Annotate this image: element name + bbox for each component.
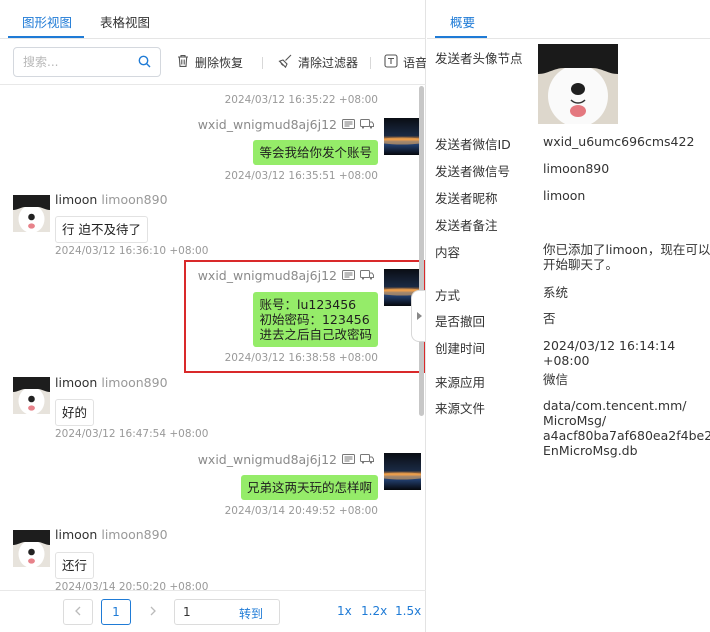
sender-avatar [384, 118, 421, 155]
device-icon [360, 452, 374, 467]
chevron-right-icon [149, 605, 157, 619]
contact-wxid: limoon890 [101, 527, 168, 542]
clear-filters-label: 清除过滤器 [298, 55, 359, 70]
details-tabs: 概要 [427, 0, 710, 39]
voice-button[interactable]: 语音 [384, 53, 426, 71]
message-bubble[interactable]: 账号：lu123456 初始密码：123456 进去之后自己改密码 [253, 292, 378, 347]
speed-option-1-5x[interactable]: 1.5x [395, 604, 421, 618]
toolbar: 删除恢复 清除过滤器 语音 [0, 39, 426, 85]
message-timestamp: 2024/03/12 16:36:10 +08:00 [55, 245, 209, 257]
device-icon [360, 268, 374, 283]
detail-value-source-app: 微信 [543, 372, 569, 387]
contact-name-row: limoon limoon890 [55, 527, 168, 542]
restore-deleted-label: 删除恢复 [195, 55, 244, 70]
tab-summary[interactable]: 概要 [450, 12, 475, 31]
sender-wxid: wxid_wnigmud8aj6j12 [197, 452, 337, 467]
message-timestamp: 2024/03/12 16:47:54 +08:00 [55, 428, 209, 440]
goto-page-input[interactable] [183, 605, 223, 619]
detail-label-sender-account: 发送者微信号 [435, 164, 511, 179]
speed-option-1-2x[interactable]: 1.2x [361, 604, 387, 618]
current-page-button[interactable]: 1 [101, 599, 131, 625]
detail-value-sender-account: limoon890 [543, 161, 610, 176]
detail-label-source-app: 来源应用 [435, 375, 486, 390]
message-type-icon [342, 452, 355, 467]
device-icon [360, 117, 374, 132]
sender-row: wxid_wnigmud8aj6j12 [198, 268, 374, 283]
detail-label-created-time: 创建时间 [435, 341, 486, 356]
search-input[interactable] [23, 54, 133, 70]
message-bubble[interactable]: 兄弟这两天玩的怎样啊 [240, 475, 378, 500]
detail-value-created-time: 2024/03/12 16:14:14 +08:00 [543, 338, 676, 368]
contact-wxid: limoon890 [101, 192, 168, 207]
pagination-bar: 1 转到 1x 1.2x 1.5x [0, 590, 426, 632]
message-type-icon [342, 117, 355, 132]
voice-label: 语音 [403, 55, 426, 70]
message-timestamp: 2024/03/12 16:38:58 +08:00 [224, 352, 378, 364]
sender-avatar [384, 453, 421, 490]
goto-page-box: 转到 [174, 599, 280, 625]
detail-label-sender-remark: 发送者备注 [435, 218, 498, 233]
contact-avatar [13, 195, 50, 232]
sender-wxid: wxid_wnigmud8aj6j12 [197, 268, 337, 283]
message-type-icon [342, 268, 355, 283]
chevron-left-icon [74, 605, 82, 619]
sender-row: wxid_wnigmud8aj6j12 [198, 117, 374, 132]
view-tabs: 图形视图 表格视图 [0, 0, 426, 39]
chat-pane: 图形视图 表格视图 删除恢复 清除过滤器 语 [0, 0, 426, 632]
search-icon[interactable] [138, 55, 151, 71]
message-list-scrollbar[interactable] [419, 86, 424, 416]
message-bubble[interactable]: 行 迫不及待了 [55, 216, 148, 243]
contact-nickname: limoon [55, 527, 98, 542]
tab-table-view[interactable]: 表格视图 [100, 12, 150, 31]
contact-avatar [13, 530, 50, 567]
tab-graph-view[interactable]: 图形视图 [22, 12, 72, 31]
contact-nickname: limoon [55, 375, 98, 390]
collapse-panel-toggle[interactable] [411, 290, 425, 342]
contact-name-row: limoon limoon890 [55, 375, 168, 390]
message-timestamp: 2024/03/12 16:35:22 +08:00 [224, 94, 378, 106]
detail-value-content: 你已添加了limoon，现在可以开始聊天了。 [543, 242, 710, 272]
message-bubble[interactable]: 好的 [55, 399, 95, 426]
contact-avatar [13, 377, 50, 414]
detail-label-sender-id: 发送者微信ID [435, 137, 511, 152]
detail-value-sender-id: wxid_u6umc696cms422 [543, 134, 695, 149]
goto-page-button[interactable]: 转到 [239, 605, 263, 622]
detail-value-recalled: 否 [543, 311, 556, 326]
contact-wxid: limoon890 [101, 375, 168, 390]
prev-page-button[interactable] [63, 599, 93, 625]
contact-name-row: limoon limoon890 [55, 192, 168, 207]
restore-deleted-button[interactable]: 删除恢复 [176, 53, 243, 71]
detail-value-source-file[interactable]: data/com.tencent.mm/ MicroMsg/ a4acf80ba… [543, 398, 710, 458]
broom-icon [278, 54, 293, 71]
message-bubble[interactable]: 还行 [55, 552, 95, 579]
message-timestamp: 2024/03/14 20:50:20 +08:00 [55, 581, 209, 590]
toolbar-divider [262, 57, 263, 69]
message-bubble[interactable]: 等会我给你发个账号 [253, 140, 378, 165]
details-pane: 概要 发送者头像节点 发送者微信ID wxid_u6umc696cms422 发… [427, 0, 710, 632]
detail-value-method: 系统 [543, 285, 569, 300]
sender-wxid: wxid_wnigmud8aj6j12 [197, 117, 337, 132]
active-tab-indicator [8, 36, 84, 38]
trash-icon [176, 54, 190, 71]
detail-label-content: 内容 [435, 245, 461, 260]
contact-nickname: limoon [55, 192, 98, 207]
message-timestamp: 2024/03/14 20:49:52 +08:00 [224, 505, 378, 517]
speed-option-1x[interactable]: 1x [337, 604, 352, 618]
detail-label-source-file: 来源文件 [435, 401, 486, 416]
next-page-button[interactable] [138, 599, 168, 625]
search-box[interactable] [13, 47, 161, 77]
detail-value-sender-nickname: limoon [543, 188, 586, 203]
sender-avatar-image[interactable] [538, 44, 618, 124]
text-box-icon [384, 53, 398, 71]
clear-filters-button[interactable]: 清除过滤器 [278, 53, 358, 71]
detail-label-avatar-node: 发送者头像节点 [435, 51, 523, 66]
active-tab-indicator [435, 36, 487, 38]
detail-label-recalled: 是否撤回 [435, 314, 486, 329]
message-list: 2024/03/12 16:35:22 +08:00 wxid_wnigmud8… [0, 85, 422, 590]
detail-label-method: 方式 [435, 288, 461, 303]
toolbar-divider [370, 57, 371, 69]
message-timestamp: 2024/03/12 16:35:51 +08:00 [224, 170, 378, 182]
sender-row: wxid_wnigmud8aj6j12 [198, 452, 374, 467]
detail-label-sender-nickname: 发送者昵称 [435, 191, 498, 206]
